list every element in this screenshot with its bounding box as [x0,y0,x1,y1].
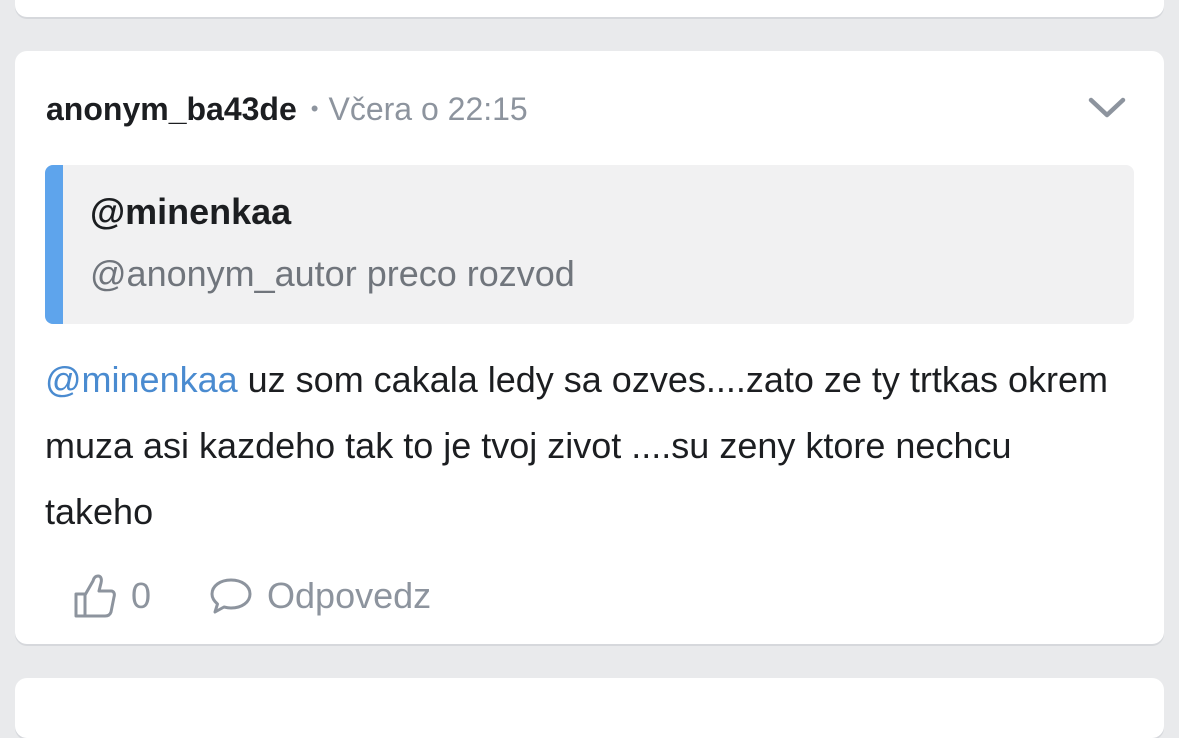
like-count: 0 [131,575,152,616]
speech-bubble-icon [210,578,252,614]
quote-accent-bar [45,165,63,324]
meta-separator: • [310,96,319,121]
like-button[interactable]: 0 [73,573,151,619]
comment-actions: 0 Odpovedz [73,569,431,623]
mention-link[interactable]: @minenkaa [45,359,238,400]
chevron-down-icon[interactable] [1086,91,1128,125]
comment-body: @minenkaa uz som cakala ledy sa ozves...… [45,347,1115,545]
reply-button[interactable]: Odpovedz [209,575,431,617]
comment-username[interactable]: anonym_ba43de [46,91,297,128]
next-comment-card [15,678,1164,738]
comment-timestamp: Včera o 22:15 [328,90,528,127]
previous-comment-card [15,0,1164,17]
reply-label: Odpovedz [267,575,432,616]
thumbs-up-icon [74,574,116,618]
comment-header: anonym_ba43de • Včera o 22:15 [46,87,528,131]
quote-text: @anonym_autor preco rozvod [90,253,575,294]
comment-card: anonym_ba43de • Včera o 22:15 @minenkaa … [15,51,1164,644]
quoted-comment[interactable]: @minenkaa @anonym_autor preco rozvod [45,165,1134,324]
quote-author: @minenkaa [90,191,292,232]
